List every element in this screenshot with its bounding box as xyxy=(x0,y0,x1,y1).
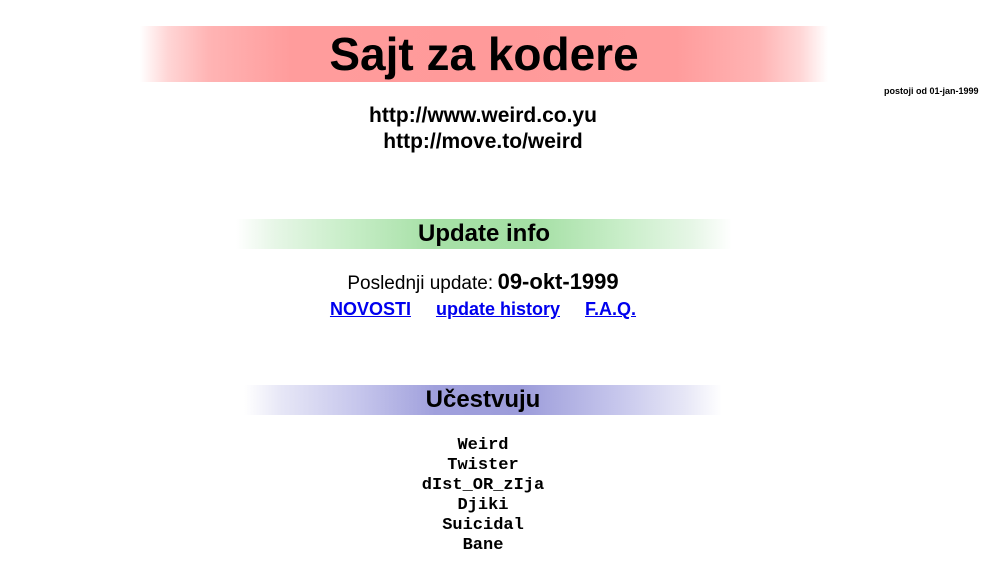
member-name: Suicidal xyxy=(442,516,524,535)
site-urls: http://www.weird.co.yu http://move.to/we… xyxy=(283,103,683,155)
member-name: Djiki xyxy=(457,496,509,515)
page: Sajt za kodere postoji od 01-jan-1999 ht… xyxy=(0,0,1000,580)
site-title: Sajt za kodere xyxy=(329,28,639,80)
site-url-primary: http://www.weird.co.yu xyxy=(369,104,597,127)
members-heading: Učestvuju xyxy=(244,385,722,415)
last-update-date: 09-okt-1999 xyxy=(497,269,619,294)
member-name: Weird xyxy=(457,436,509,455)
update-info-heading: Update info xyxy=(236,219,732,249)
update-links: NOVOSTI update history F.A.Q. xyxy=(283,299,683,320)
title-banner: Sajt za kodere xyxy=(140,26,828,82)
update-history-link[interactable]: update history xyxy=(436,299,560,319)
faq-link[interactable]: F.A.Q. xyxy=(585,299,636,319)
members-heading-text: Učestvuju xyxy=(425,386,541,413)
member-name: dIst_OR_zIja xyxy=(421,476,545,495)
since-date-text: postoji od 01-jan-1999 xyxy=(884,86,979,96)
last-update-label: Poslednji update: xyxy=(347,273,494,294)
novosti-link[interactable]: NOVOSTI xyxy=(330,299,411,319)
member-name: Twister xyxy=(447,456,519,475)
member-name: Bane xyxy=(462,536,504,555)
update-info-heading-text: Update info xyxy=(418,220,550,247)
last-update-line: Poslednji update: 09-okt-1999 xyxy=(283,269,683,295)
members-list: Weird Twister dIst_OR_zIja Djiki Suicida… xyxy=(383,436,583,556)
site-url-mirror: http://move.to/weird xyxy=(383,130,583,153)
